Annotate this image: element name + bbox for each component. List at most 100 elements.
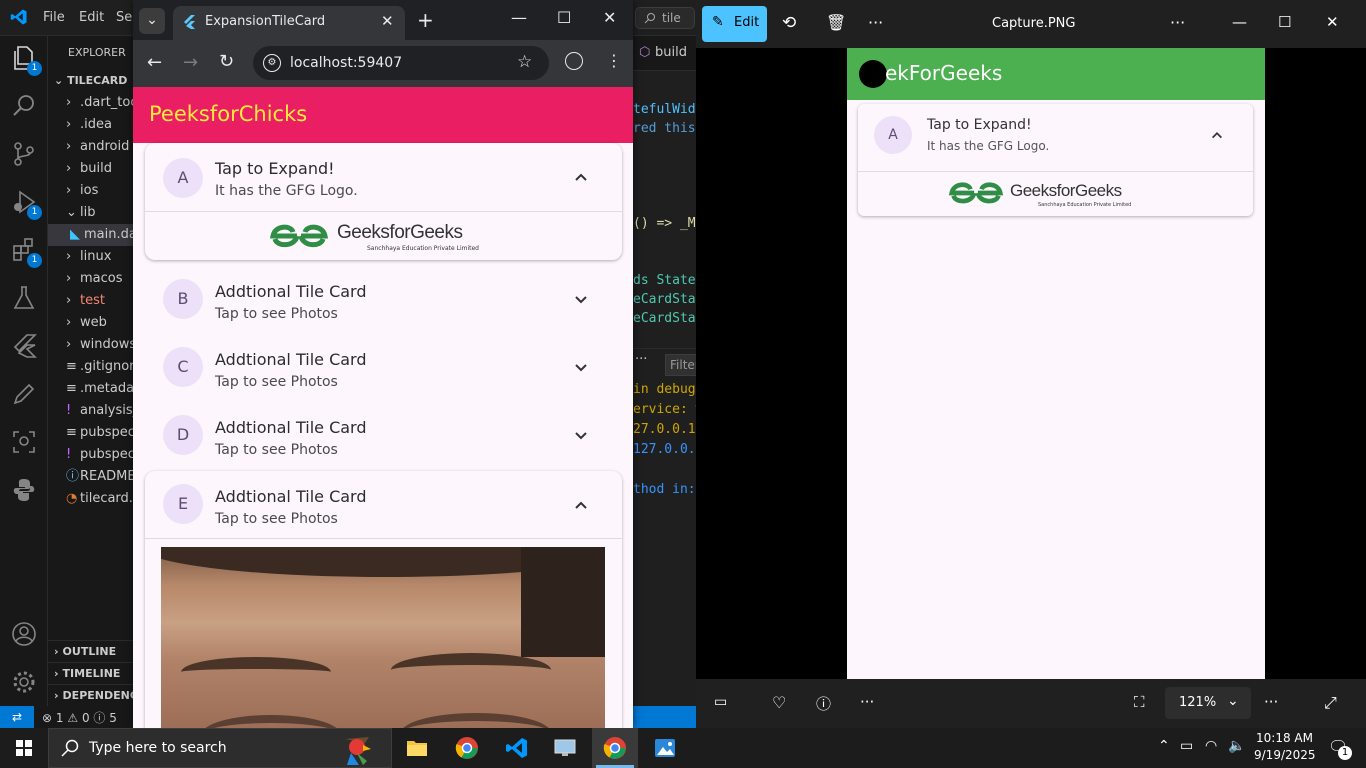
edit-tools-icon[interactable]: [10, 380, 38, 408]
favorite-heart-icon[interactable]: ♡: [772, 693, 786, 712]
tree-item[interactable]: ! pubspec.: [48, 444, 134, 466]
minimize-icon[interactable]: —: [1232, 13, 1247, 31]
close-tab-icon[interactable]: ✕: [381, 12, 394, 30]
command-center[interactable]: tile: [635, 7, 695, 29]
chevron-up-icon[interactable]: [573, 169, 589, 185]
tab-active[interactable]: ExpansionTileCard ✕: [173, 6, 405, 40]
tree-item[interactable]: › ios: [48, 180, 134, 202]
chevron-down-icon[interactable]: [573, 428, 589, 444]
clock[interactable]: 10:18 AM 9/19/2025: [1250, 728, 1316, 768]
explorer-icon[interactable]: 1: [10, 44, 42, 76]
tree-item[interactable]: › windows: [48, 334, 134, 356]
site-info-icon[interactable]: ⚙: [263, 54, 281, 72]
address-bar[interactable]: ⚙ localhost:59407 ☆: [253, 46, 549, 80]
taskbar-vscode[interactable]: [494, 728, 540, 768]
reload-icon[interactable]: ↻: [219, 51, 234, 72]
profile-icon[interactable]: [565, 52, 583, 70]
chevron-down-icon[interactable]: [573, 360, 589, 376]
tree-item[interactable]: ≡ .metadat: [48, 378, 134, 400]
rotate-icon[interactable]: ⟲: [782, 13, 796, 33]
fit-to-window-icon[interactable]: ⛶: [1134, 693, 1145, 711]
tile-card-b[interactable]: B Addtional Tile Card Tap to see Photos: [145, 266, 622, 332]
bottom-more-icon[interactable]: ···: [860, 693, 874, 711]
new-tab-icon[interactable]: +: [417, 8, 434, 32]
taskbar-chrome-active[interactable]: [592, 728, 638, 768]
project-header[interactable]: ⌄ TILECARD: [48, 70, 134, 92]
panel-filter-input[interactable]: Filter: [665, 354, 700, 376]
taskbar-remote-desktop[interactable]: [542, 728, 588, 768]
tree-item[interactable]: › test: [48, 290, 134, 312]
account-icon[interactable]: [10, 620, 38, 648]
tree-item[interactable]: ≡ pubspec.: [48, 422, 134, 444]
tree-item[interactable]: › android: [48, 136, 134, 158]
close-window-icon[interactable]: ✕: [1326, 13, 1339, 31]
back-arrow-icon[interactable]: ←: [147, 52, 162, 73]
minimize-icon[interactable]: —: [511, 8, 527, 27]
remote-explorer-icon[interactable]: [10, 428, 38, 456]
dependencies-section[interactable]: ›DEPENDENCI: [48, 684, 134, 706]
chevron-up-icon[interactable]: [573, 497, 589, 513]
python-icon[interactable]: [10, 476, 38, 504]
filmstrip-icon[interactable]: ▭: [714, 694, 727, 710]
tile-card-d[interactable]: D Addtional Tile Card Tap to see Photos: [145, 402, 622, 468]
zoom-more-icon[interactable]: ···: [1264, 693, 1278, 711]
tree-item[interactable]: ≡.gitignore: [48, 356, 134, 378]
windows-start-icon[interactable]: [16, 740, 32, 756]
zoom-dropdown[interactable]: 121% ⌄: [1165, 687, 1251, 719]
tree-item[interactable]: › build: [48, 158, 134, 180]
tree-item[interactable]: › linux: [48, 246, 134, 268]
chevron-down-icon[interactable]: [573, 292, 589, 308]
flutter-icon[interactable]: [10, 332, 38, 360]
taskbar-file-explorer[interactable]: [394, 728, 440, 768]
info-icon[interactable]: ⓘ: [816, 693, 831, 714]
more-options-icon[interactable]: ···: [868, 13, 883, 32]
tree-item[interactable]: › web: [48, 312, 134, 334]
menu-file[interactable]: File: [43, 10, 65, 25]
more-actions-icon[interactable]: ···: [635, 352, 647, 367]
battery-icon[interactable]: ▭: [1180, 738, 1193, 754]
breadcrumb-build[interactable]: build: [655, 45, 687, 60]
timeline-section[interactable]: › TIMELINE: [48, 662, 134, 684]
taskbar-photos[interactable]: [642, 728, 688, 768]
tree-item[interactable]: › .dart_too: [48, 92, 134, 114]
testing-icon[interactable]: [10, 284, 38, 312]
tree-item[interactable]: ◣ main.da: [48, 224, 134, 246]
kebab-menu-icon[interactable]: ⋮: [606, 51, 622, 70]
problems-indicator[interactable]: ⊗ 1 ⚠ 0 ⓘ 5: [42, 709, 117, 726]
edit-button[interactable]: ✎ Edit: [702, 6, 767, 42]
taskbar-search-box[interactable]: Type here to search: [48, 728, 392, 768]
fullscreen-expand-icon[interactable]: ⤢: [1324, 693, 1337, 713]
close-window-icon[interactable]: ✕: [603, 8, 616, 27]
tree-item[interactable]: ! analysis_: [48, 400, 134, 422]
maximize-icon[interactable]: ☐: [557, 8, 571, 27]
tree-item[interactable]: ⓘREADME: [48, 466, 134, 488]
remote-indicator-icon[interactable]: ⇄: [0, 706, 34, 728]
show-hidden-icons-chevron-up-icon[interactable]: ⌃: [1158, 738, 1170, 754]
tree-item[interactable]: ◔ tilecard.i: [48, 488, 134, 510]
search-view-icon[interactable]: [10, 92, 38, 120]
url-text[interactable]: localhost:59407: [290, 55, 402, 71]
taskbar-chrome-profile[interactable]: [444, 728, 490, 768]
titlebar-more-icon[interactable]: ···: [1170, 13, 1185, 32]
bookmark-star-icon[interactable]: ☆: [517, 52, 532, 72]
menu-edit[interactable]: Edit: [79, 10, 104, 25]
notification-center[interactable]: 🗨 1: [1322, 728, 1366, 768]
source-control-icon[interactable]: [10, 140, 38, 168]
run-debug-icon[interactable]: 1: [10, 188, 42, 220]
tab-search-button[interactable]: ⌄: [139, 8, 165, 34]
tile-card-c[interactable]: C Addtional Tile Card Tap to see Photos: [145, 334, 622, 400]
delete-trash-icon[interactable]: 🗑: [826, 13, 846, 32]
outline-section[interactable]: › OUTLINE: [48, 640, 134, 662]
settings-gear-icon[interactable]: [10, 668, 38, 696]
volume-icon[interactable]: 🔈: [1228, 738, 1245, 754]
tile-card-e[interactable]: E Addtional Tile Card Tap to see Photos: [145, 471, 622, 728]
tile-card-a[interactable]: A Tap to Expand! It has the GFG Logo. Ge…: [145, 143, 622, 260]
editor-area[interactable]: ⬡ build tefulWidg red this () => _My ds …: [633, 36, 700, 706]
tree-item[interactable]: › .idea: [48, 114, 134, 136]
tree-item[interactable]: › macos: [48, 268, 134, 290]
maximize-icon[interactable]: ☐: [1278, 13, 1291, 31]
extensions-icon[interactable]: 1: [10, 236, 42, 268]
forward-arrow-icon[interactable]: →: [183, 52, 198, 73]
wifi-icon[interactable]: ◠: [1205, 738, 1217, 754]
tree-item[interactable]: ⌄ lib: [48, 202, 134, 224]
